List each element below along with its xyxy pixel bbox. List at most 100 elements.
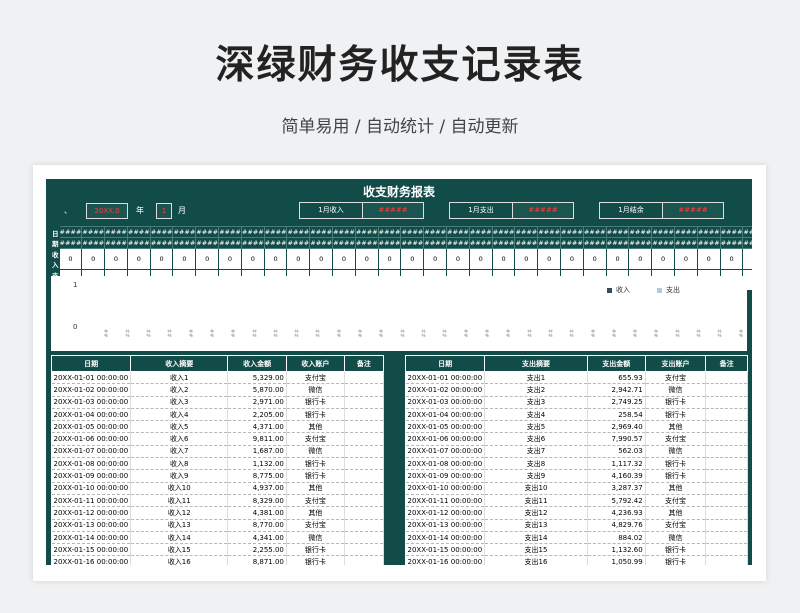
daily-date-cell[interactable]: #### [195, 237, 220, 249]
expense-amount-cell[interactable]: 562.03 [587, 445, 646, 459]
expense-date-cell[interactable]: 20XX-01-11 00:00:00 [405, 494, 486, 508]
daily-income-cell[interactable]: 0 [149, 248, 174, 270]
expense-summary-cell[interactable]: 支出4 [484, 408, 588, 422]
daily-date-cell[interactable]: #### [218, 237, 242, 249]
daily-date-cell[interactable]: #### [674, 226, 698, 238]
income-date-cell[interactable]: 20XX-01-02 00:00:00 [51, 383, 132, 397]
daily-date-cell[interactable]: #### [628, 237, 653, 249]
daily-date-cell[interactable]: #### [446, 226, 470, 238]
expense-summary-cell[interactable]: 支出14 [484, 531, 588, 545]
income-date-cell[interactable]: 20XX-01-12 00:00:00 [51, 506, 132, 520]
expense-summary-cell[interactable]: 支出10 [484, 482, 588, 495]
expense-summary-cell[interactable]: 支出11 [484, 494, 588, 508]
income-account-cell[interactable]: 银行卡 [286, 555, 345, 565]
expense-note-cell[interactable] [705, 371, 748, 385]
expense-amount-cell[interactable]: 1,050.99 [587, 555, 646, 565]
income-amount-cell[interactable]: 2,205.00 [227, 408, 287, 422]
daily-income-cell[interactable]: 0 [377, 248, 402, 270]
income-date-cell[interactable]: 20XX-01-10 00:00:00 [51, 482, 132, 495]
daily-date-cell[interactable]: #### [537, 226, 562, 238]
income-amount-cell[interactable]: 4,371.00 [227, 420, 287, 434]
income-summary-cell[interactable]: 收入3 [130, 396, 229, 409]
daily-date-cell[interactable]: #### [149, 237, 174, 249]
income-account-cell[interactable]: 微信 [286, 383, 345, 397]
daily-income-cell[interactable]: 0 [195, 248, 220, 270]
income-summary-cell[interactable]: 收入8 [130, 457, 229, 471]
daily-date-cell[interactable]: #### [605, 226, 630, 238]
income-note-cell[interactable] [344, 543, 385, 557]
month-input[interactable]: 1 [156, 203, 172, 219]
expense-summary-cell[interactable]: 支出15 [484, 543, 588, 557]
income-date-cell[interactable]: 20XX-01-04 00:00:00 [51, 408, 132, 422]
expense-note-cell[interactable] [705, 506, 748, 520]
expense-summary-cell[interactable]: 支出8 [484, 457, 588, 471]
expense-account-cell[interactable]: 银行卡 [645, 469, 707, 483]
expense-summary-cell[interactable]: 支出9 [484, 469, 588, 483]
income-note-cell[interactable] [344, 432, 385, 446]
daily-date-cell[interactable]: #### [537, 237, 562, 249]
expense-note-cell[interactable] [705, 519, 748, 532]
income-note-cell[interactable] [344, 383, 385, 397]
expense-summary-cell[interactable]: 支出3 [484, 396, 588, 409]
daily-income-cell[interactable]: 0 [674, 248, 698, 270]
income-account-cell[interactable]: 支付宝 [286, 494, 345, 508]
daily-date-cell[interactable]: #### [491, 237, 516, 249]
expense-account-cell[interactable]: 银行卡 [645, 457, 707, 471]
income-note-cell[interactable] [344, 396, 385, 409]
income-summary-cell[interactable]: 收入5 [130, 420, 229, 434]
expense-amount-cell[interactable]: 5,792.42 [587, 494, 646, 508]
daily-date-cell[interactable]: #### [423, 237, 448, 249]
daily-date-cell[interactable]: #### [377, 237, 402, 249]
expense-amount-cell[interactable]: 655.93 [587, 371, 646, 385]
daily-income-cell[interactable]: 0 [651, 248, 676, 270]
income-note-cell[interactable] [344, 457, 385, 471]
daily-date-cell[interactable]: #### [628, 226, 653, 238]
expense-amount-cell[interactable]: 1,117.32 [587, 457, 646, 471]
expense-date-cell[interactable]: 20XX-01-01 00:00:00 [405, 371, 486, 385]
daily-date-cell[interactable]: #### [263, 226, 288, 238]
expense-summary-cell[interactable]: 支出7 [484, 445, 588, 459]
income-account-cell[interactable]: 银行卡 [286, 408, 345, 422]
expense-note-cell[interactable] [705, 555, 748, 565]
expense-account-cell[interactable]: 银行卡 [645, 408, 707, 422]
daily-date-cell[interactable]: #### [240, 226, 265, 238]
daily-date-cell[interactable]: #### [172, 226, 197, 238]
daily-income-cell[interactable]: 0 [719, 248, 744, 270]
income-amount-cell[interactable]: 2,255.00 [227, 543, 287, 557]
expense-account-cell[interactable]: 银行卡 [645, 396, 707, 409]
expense-account-cell[interactable]: 微信 [645, 383, 707, 397]
expense-note-cell[interactable] [705, 408, 748, 422]
daily-date-cell[interactable]: #### [651, 226, 676, 238]
daily-date-cell[interactable]: #### [651, 237, 676, 249]
daily-date-cell[interactable]: #### [218, 226, 242, 238]
expense-amount-cell[interactable]: 3,287.37 [587, 482, 646, 495]
expense-note-cell[interactable] [705, 482, 748, 495]
expense-summary-cell[interactable]: 支出1 [484, 371, 588, 385]
daily-income-cell[interactable]: 0 [628, 248, 653, 270]
daily-date-cell[interactable]: #### [377, 226, 402, 238]
income-summary-cell[interactable]: 收入6 [130, 432, 229, 446]
income-summary-cell[interactable]: 收入4 [130, 408, 229, 422]
expense-note-cell[interactable] [705, 445, 748, 459]
income-amount-cell[interactable]: 1,687.00 [227, 445, 287, 459]
expense-date-cell[interactable]: 20XX-01-10 00:00:00 [405, 482, 486, 495]
expense-note-cell[interactable] [705, 420, 748, 434]
income-note-cell[interactable] [344, 408, 385, 422]
income-amount-cell[interactable]: 4,341.00 [227, 531, 287, 545]
income-account-cell[interactable]: 其他 [286, 482, 345, 495]
expense-amount-cell[interactable]: 2,969.40 [587, 420, 646, 434]
income-amount-cell[interactable]: 2,971.00 [227, 396, 287, 409]
expense-account-cell[interactable]: 支付宝 [645, 371, 707, 385]
daily-income-cell[interactable]: 0 [240, 248, 265, 270]
expense-note-cell[interactable] [705, 383, 748, 397]
income-summary-cell[interactable]: 收入12 [130, 506, 229, 520]
expense-date-cell[interactable]: 20XX-01-07 00:00:00 [405, 445, 486, 459]
daily-date-cell[interactable]: #### [446, 237, 470, 249]
daily-date-cell[interactable]: #### [81, 237, 106, 249]
daily-income-cell[interactable]: 0 [58, 248, 83, 270]
daily-date-cell[interactable]: #### [149, 226, 174, 238]
expense-amount-cell[interactable]: 7,990.57 [587, 432, 646, 446]
income-date-cell[interactable]: 20XX-01-06 00:00:00 [51, 432, 132, 446]
daily-date-cell[interactable]: #### [126, 237, 151, 249]
daily-date-cell[interactable]: #### [240, 237, 265, 249]
